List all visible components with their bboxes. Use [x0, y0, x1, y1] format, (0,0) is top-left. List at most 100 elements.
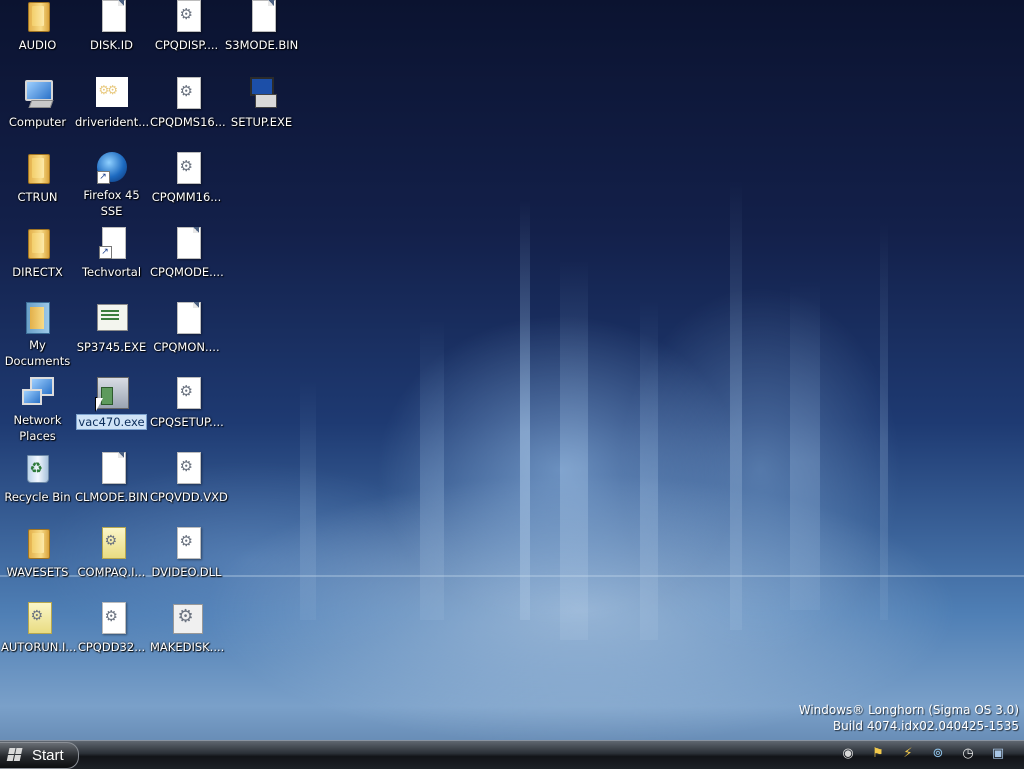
desktop-icon-directx[interactable]: DIRECTX	[0, 227, 75, 299]
desktop-icon-cpqdms16[interactable]: CPQDMS16...	[149, 77, 226, 149]
icon-label: DIRECTX	[12, 265, 63, 279]
icon-label: Techvortal	[81, 265, 142, 279]
build-watermark: Windows® Longhorn (Sigma OS 3.0) Build 4…	[799, 702, 1019, 734]
icon-label: CPQMODE....	[150, 265, 224, 279]
desktop-icon-disk-id[interactable]: DISK.ID	[74, 0, 149, 72]
network-places-icon	[21, 377, 54, 409]
icon-label: driverident...	[75, 115, 150, 129]
folder-icon	[22, 152, 54, 184]
system-file-icon	[171, 77, 203, 109]
desktop-icon-recycle-bin[interactable]: Recycle Bin	[0, 452, 75, 524]
document-icon	[246, 0, 278, 32]
icon-label: CPQMON....	[153, 340, 220, 354]
icon-label: DISK.ID	[90, 38, 133, 52]
desktop-icon-firefox[interactable]: Firefox 45 SSE	[74, 152, 149, 226]
icon-label: Network Places	[13, 413, 62, 443]
desktop-icon-my-documents[interactable]: My Documents	[0, 302, 75, 376]
desktop-icon-cpqmon[interactable]: CPQMON....	[149, 302, 224, 374]
document-icon	[171, 302, 203, 334]
icon-label: CPQDD32...	[77, 640, 146, 654]
desktop-icon-driverident[interactable]: driverident...	[74, 77, 149, 149]
setup-icon	[246, 77, 278, 109]
system-file-icon	[96, 602, 128, 634]
icon-label: AUTORUN.I...	[1, 640, 77, 654]
document-icon	[96, 452, 128, 484]
icon-label: SETUP.EXE	[230, 115, 293, 129]
icon-label: COMPAQ.I...	[77, 565, 146, 579]
system-file-icon	[171, 377, 203, 409]
shortcut-document-icon	[96, 227, 128, 259]
icon-label: DVIDEO.DLL	[151, 565, 222, 579]
desktop-icon-cpqsetup[interactable]: CPQSETUP....	[149, 377, 224, 449]
icon-label: AUDIO	[18, 38, 57, 52]
icon-label: S3MODE.BIN	[225, 38, 299, 52]
icon-label: vac470.exe	[76, 414, 147, 430]
desktop-icon-ctrun[interactable]: CTRUN	[0, 152, 75, 224]
document-icon	[171, 227, 203, 259]
desktop-icon-network-places[interactable]: Network Places	[0, 377, 75, 451]
icon-label: My Documents	[4, 338, 71, 368]
system-file-icon	[171, 0, 203, 32]
icon-label: CLMODE.BIN	[75, 490, 149, 504]
desktop-icon-clmode[interactable]: CLMODE.BIN	[74, 452, 149, 524]
desktop-icon-autorun[interactable]: AUTORUN.I...	[0, 602, 77, 674]
my-documents-icon	[22, 302, 54, 334]
icon-label: SP3745.EXE	[76, 340, 147, 354]
desktop-icon-setup-exe[interactable]: SETUP.EXE	[224, 77, 299, 149]
driver-icon	[95, 77, 128, 109]
desktop-icon-sp3745[interactable]: SP3745.EXE	[74, 302, 149, 374]
flag-icon[interactable]: ⚑	[870, 746, 886, 762]
folder-icon	[22, 0, 54, 32]
network-icon[interactable]: ⊚	[930, 746, 946, 762]
start-label: Start	[32, 747, 64, 764]
installer-icon	[96, 302, 128, 334]
system-file-icon	[171, 452, 203, 484]
config-file-icon	[96, 527, 128, 559]
desktop-icon-cpqmm16[interactable]: CPQMM16...	[149, 152, 224, 224]
desktop-icon-vac470[interactable]: vac470.exe	[74, 377, 149, 449]
windows-logo-icon	[6, 748, 24, 762]
taskbar: Start ◉ ⚑ ⚡ ⊚ ◷ ▣	[0, 740, 1024, 769]
icon-label: CPQSETUP....	[150, 415, 224, 429]
clock-icon[interactable]: ◷	[960, 746, 976, 762]
system-file-icon	[171, 527, 203, 559]
window-icon[interactable]: ▣	[990, 746, 1006, 762]
desktop-icon-makedisk[interactable]: MAKEDISK....	[149, 602, 224, 674]
config-file-icon	[22, 602, 54, 634]
recycle-bin-icon	[22, 452, 54, 484]
icon-label: CPQDMS16...	[150, 115, 226, 129]
desktop-icon-compaq[interactable]: COMPAQ.I...	[74, 527, 149, 599]
desktop-icon-cpqdd32[interactable]: CPQDD32...	[74, 602, 149, 674]
icon-label: Recycle Bin	[4, 490, 71, 504]
icon-label: WAVESETS	[6, 565, 69, 579]
document-icon	[96, 0, 128, 32]
icon-label: CTRUN	[17, 190, 58, 204]
mouse-cursor	[95, 397, 104, 412]
icon-label: CPQVDD.VXD	[150, 490, 228, 504]
icon-label: CPQMM16...	[151, 190, 222, 204]
system-tray: ◉ ⚑ ⚡ ⊚ ◷ ▣	[834, 741, 1024, 769]
system-file-icon	[171, 152, 203, 184]
desktop-icon-techvortal[interactable]: Techvortal	[74, 227, 149, 299]
firefox-shortcut-icon	[96, 152, 128, 184]
media-icon[interactable]: ◉	[840, 746, 856, 762]
desktop-icon-audio[interactable]: AUDIO	[0, 0, 75, 72]
desktop-icon-cpqdisp[interactable]: CPQDISP....	[149, 0, 224, 72]
desktop-icon-cpqmode[interactable]: CPQMODE....	[149, 227, 224, 299]
icon-label: Firefox 45 SSE	[83, 188, 140, 218]
desktop-icon-computer[interactable]: Computer	[0, 77, 75, 149]
desktop-icon-dvideo[interactable]: DVIDEO.DLL	[149, 527, 224, 599]
watermark-line-1: Windows® Longhorn (Sigma OS 3.0)	[798, 703, 1019, 717]
desktop-icon-wavesets[interactable]: WAVESETS	[0, 527, 75, 599]
batch-file-icon	[171, 602, 203, 634]
power-icon[interactable]: ⚡	[900, 746, 916, 762]
icon-label: MAKEDISK....	[150, 640, 225, 654]
icon-label: Computer	[8, 115, 67, 129]
desktop-icon-s3mode[interactable]: S3MODE.BIN	[224, 0, 299, 72]
start-button[interactable]: Start	[0, 742, 79, 769]
icon-label: CPQDISP....	[154, 38, 219, 52]
folder-icon	[22, 227, 54, 259]
folder-icon	[22, 527, 54, 559]
desktop-icon-cpqvdd[interactable]: CPQVDD.VXD	[149, 452, 228, 524]
computer-icon	[22, 77, 54, 109]
